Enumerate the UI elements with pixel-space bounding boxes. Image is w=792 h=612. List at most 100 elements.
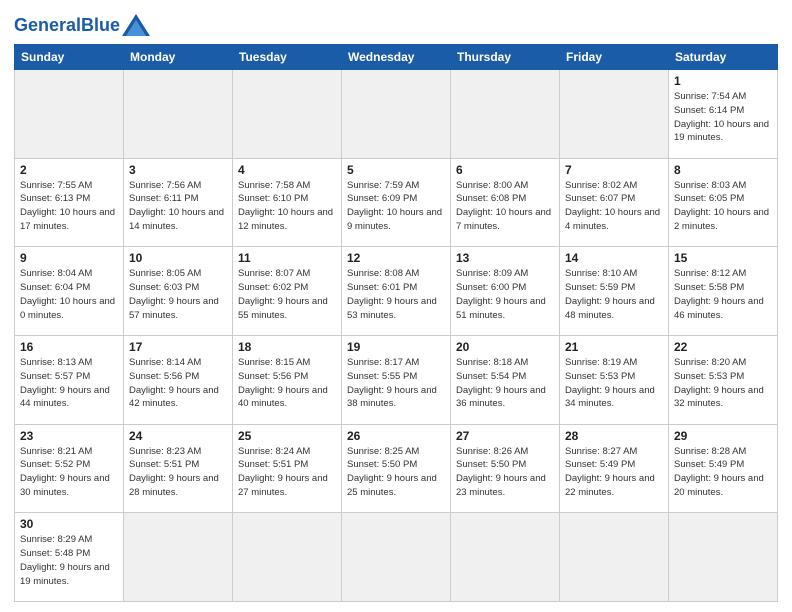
header-friday: Friday xyxy=(560,45,669,70)
day-number: 8 xyxy=(674,163,772,177)
day-number: 26 xyxy=(347,429,445,443)
calendar-week-row: 1 Sunrise: 7:54 AM Sunset: 6:14 PM Daylig… xyxy=(15,70,778,159)
day-info: Sunrise: 8:09 AM Sunset: 6:00 PM Dayligh… xyxy=(456,267,554,322)
day-number: 30 xyxy=(20,517,118,531)
day-number: 15 xyxy=(674,251,772,265)
day-info: Sunrise: 8:25 AM Sunset: 5:50 PM Dayligh… xyxy=(347,445,445,500)
calendar-cell: 19 Sunrise: 8:17 AM Sunset: 5:55 PM Dayli… xyxy=(342,335,451,424)
logo-general: General xyxy=(14,15,81,35)
day-number: 1 xyxy=(674,74,772,88)
day-number: 5 xyxy=(347,163,445,177)
calendar-cell: 20 Sunrise: 8:18 AM Sunset: 5:54 PM Dayli… xyxy=(451,335,560,424)
day-number: 10 xyxy=(129,251,227,265)
day-info: Sunrise: 8:23 AM Sunset: 5:51 PM Dayligh… xyxy=(129,445,227,500)
calendar-cell xyxy=(560,513,669,602)
calendar-cell: 4 Sunrise: 7:58 AM Sunset: 6:10 PM Daylig… xyxy=(233,158,342,247)
calendar-cell: 13 Sunrise: 8:09 AM Sunset: 6:00 PM Dayli… xyxy=(451,247,560,336)
day-number: 9 xyxy=(20,251,118,265)
day-number: 20 xyxy=(456,340,554,354)
header-thursday: Thursday xyxy=(451,45,560,70)
calendar-cell xyxy=(124,513,233,602)
header-saturday: Saturday xyxy=(669,45,778,70)
day-number: 13 xyxy=(456,251,554,265)
header-tuesday: Tuesday xyxy=(233,45,342,70)
logo-blue: Blue xyxy=(81,15,120,35)
header: GeneralBlue xyxy=(14,10,778,36)
calendar-cell: 10 Sunrise: 8:05 AM Sunset: 6:03 PM Dayli… xyxy=(124,247,233,336)
calendar-cell: 7Sunrise: 8:02 AM Sunset: 6:07 PM Daylig… xyxy=(560,158,669,247)
calendar-cell: 2Sunrise: 7:55 AM Sunset: 6:13 PM Daylig… xyxy=(15,158,124,247)
day-number: 25 xyxy=(238,429,336,443)
day-info: Sunrise: 8:15 AM Sunset: 5:56 PM Dayligh… xyxy=(238,356,336,411)
day-info: Sunrise: 8:12 AM Sunset: 5:58 PM Dayligh… xyxy=(674,267,772,322)
calendar-cell: 14 Sunrise: 8:10 AM Sunset: 5:59 PM Dayli… xyxy=(560,247,669,336)
calendar-cell: 23Sunrise: 8:21 AM Sunset: 5:52 PM Dayli… xyxy=(15,424,124,513)
calendar-cell: 16 Sunrise: 8:13 AM Sunset: 5:57 PM Dayli… xyxy=(15,335,124,424)
day-number: 14 xyxy=(565,251,663,265)
calendar-cell: 9 Sunrise: 8:04 AM Sunset: 6:04 PM Daylig… xyxy=(15,247,124,336)
calendar-cell: 1 Sunrise: 7:54 AM Sunset: 6:14 PM Daylig… xyxy=(669,70,778,159)
day-number: 19 xyxy=(347,340,445,354)
calendar-cell: 18 Sunrise: 8:15 AM Sunset: 5:56 PM Dayli… xyxy=(233,335,342,424)
header-monday: Monday xyxy=(124,45,233,70)
calendar-cell xyxy=(669,513,778,602)
calendar-table: Sunday Monday Tuesday Wednesday Thursday… xyxy=(14,44,778,602)
calendar-week-row: 23Sunrise: 8:21 AM Sunset: 5:52 PM Dayli… xyxy=(15,424,778,513)
calendar-week-row: 16 Sunrise: 8:13 AM Sunset: 5:57 PM Dayli… xyxy=(15,335,778,424)
day-number: 17 xyxy=(129,340,227,354)
weekday-header-row: Sunday Monday Tuesday Wednesday Thursday… xyxy=(15,45,778,70)
calendar-cell: 22 Sunrise: 8:20 AM Sunset: 5:53 PM Dayli… xyxy=(669,335,778,424)
day-info: Sunrise: 8:18 AM Sunset: 5:54 PM Dayligh… xyxy=(456,356,554,411)
day-info: Sunrise: 8:20 AM Sunset: 5:53 PM Dayligh… xyxy=(674,356,772,411)
day-info: Sunrise: 8:28 AM Sunset: 5:49 PM Dayligh… xyxy=(674,445,772,500)
logo-wordmark: GeneralBlue xyxy=(14,16,120,34)
calendar-cell xyxy=(124,70,233,159)
calendar-week-row: 2Sunrise: 7:55 AM Sunset: 6:13 PM Daylig… xyxy=(15,158,778,247)
day-number: 16 xyxy=(20,340,118,354)
calendar-cell xyxy=(560,70,669,159)
day-info: Sunrise: 8:05 AM Sunset: 6:03 PM Dayligh… xyxy=(129,267,227,322)
day-info: Sunrise: 7:54 AM Sunset: 6:14 PM Dayligh… xyxy=(674,90,772,145)
day-number: 29 xyxy=(674,429,772,443)
calendar-cell: 15 Sunrise: 8:12 AM Sunset: 5:58 PM Dayli… xyxy=(669,247,778,336)
day-info: Sunrise: 8:29 AM Sunset: 5:48 PM Dayligh… xyxy=(20,533,118,588)
calendar-cell xyxy=(233,70,342,159)
calendar-cell xyxy=(451,513,560,602)
day-info: Sunrise: 8:21 AM Sunset: 5:52 PM Dayligh… xyxy=(20,445,118,500)
day-info: Sunrise: 8:02 AM Sunset: 6:07 PM Dayligh… xyxy=(565,179,663,234)
calendar-cell: 17Sunrise: 8:14 AM Sunset: 5:56 PM Dayli… xyxy=(124,335,233,424)
calendar-cell: 28 Sunrise: 8:27 AM Sunset: 5:49 PM Dayli… xyxy=(560,424,669,513)
day-number: 18 xyxy=(238,340,336,354)
day-info: Sunrise: 8:13 AM Sunset: 5:57 PM Dayligh… xyxy=(20,356,118,411)
calendar-week-row: 9 Sunrise: 8:04 AM Sunset: 6:04 PM Daylig… xyxy=(15,247,778,336)
calendar-cell xyxy=(233,513,342,602)
day-number: 12 xyxy=(347,251,445,265)
calendar-cell: 8Sunrise: 8:03 AM Sunset: 6:05 PM Daylig… xyxy=(669,158,778,247)
day-info: Sunrise: 8:27 AM Sunset: 5:49 PM Dayligh… xyxy=(565,445,663,500)
day-number: 22 xyxy=(674,340,772,354)
day-info: Sunrise: 8:19 AM Sunset: 5:53 PM Dayligh… xyxy=(565,356,663,411)
calendar-cell: 3Sunrise: 7:56 AM Sunset: 6:11 PM Daylig… xyxy=(124,158,233,247)
header-sunday: Sunday xyxy=(15,45,124,70)
calendar-page: GeneralBlue Sunday Monday Tuesday Wednes… xyxy=(0,0,792,612)
day-info: Sunrise: 8:04 AM Sunset: 6:04 PM Dayligh… xyxy=(20,267,118,322)
day-info: Sunrise: 8:17 AM Sunset: 5:55 PM Dayligh… xyxy=(347,356,445,411)
day-info: Sunrise: 7:59 AM Sunset: 6:09 PM Dayligh… xyxy=(347,179,445,234)
logo: GeneralBlue xyxy=(14,14,150,36)
calendar-cell: 21Sunrise: 8:19 AM Sunset: 5:53 PM Dayli… xyxy=(560,335,669,424)
calendar-cell: 27Sunrise: 8:26 AM Sunset: 5:50 PM Dayli… xyxy=(451,424,560,513)
day-info: Sunrise: 7:58 AM Sunset: 6:10 PM Dayligh… xyxy=(238,179,336,234)
day-info: Sunrise: 8:24 AM Sunset: 5:51 PM Dayligh… xyxy=(238,445,336,500)
calendar-cell: 26 Sunrise: 8:25 AM Sunset: 5:50 PM Dayli… xyxy=(342,424,451,513)
header-wednesday: Wednesday xyxy=(342,45,451,70)
calendar-cell xyxy=(342,513,451,602)
day-number: 28 xyxy=(565,429,663,443)
calendar-cell: 5 Sunrise: 7:59 AM Sunset: 6:09 PM Daylig… xyxy=(342,158,451,247)
logo-icon xyxy=(122,14,150,36)
day-info: Sunrise: 8:10 AM Sunset: 5:59 PM Dayligh… xyxy=(565,267,663,322)
calendar-cell: 11Sunrise: 8:07 AM Sunset: 6:02 PM Dayli… xyxy=(233,247,342,336)
day-number: 11 xyxy=(238,251,336,265)
day-info: Sunrise: 7:56 AM Sunset: 6:11 PM Dayligh… xyxy=(129,179,227,234)
day-number: 4 xyxy=(238,163,336,177)
day-number: 6 xyxy=(456,163,554,177)
